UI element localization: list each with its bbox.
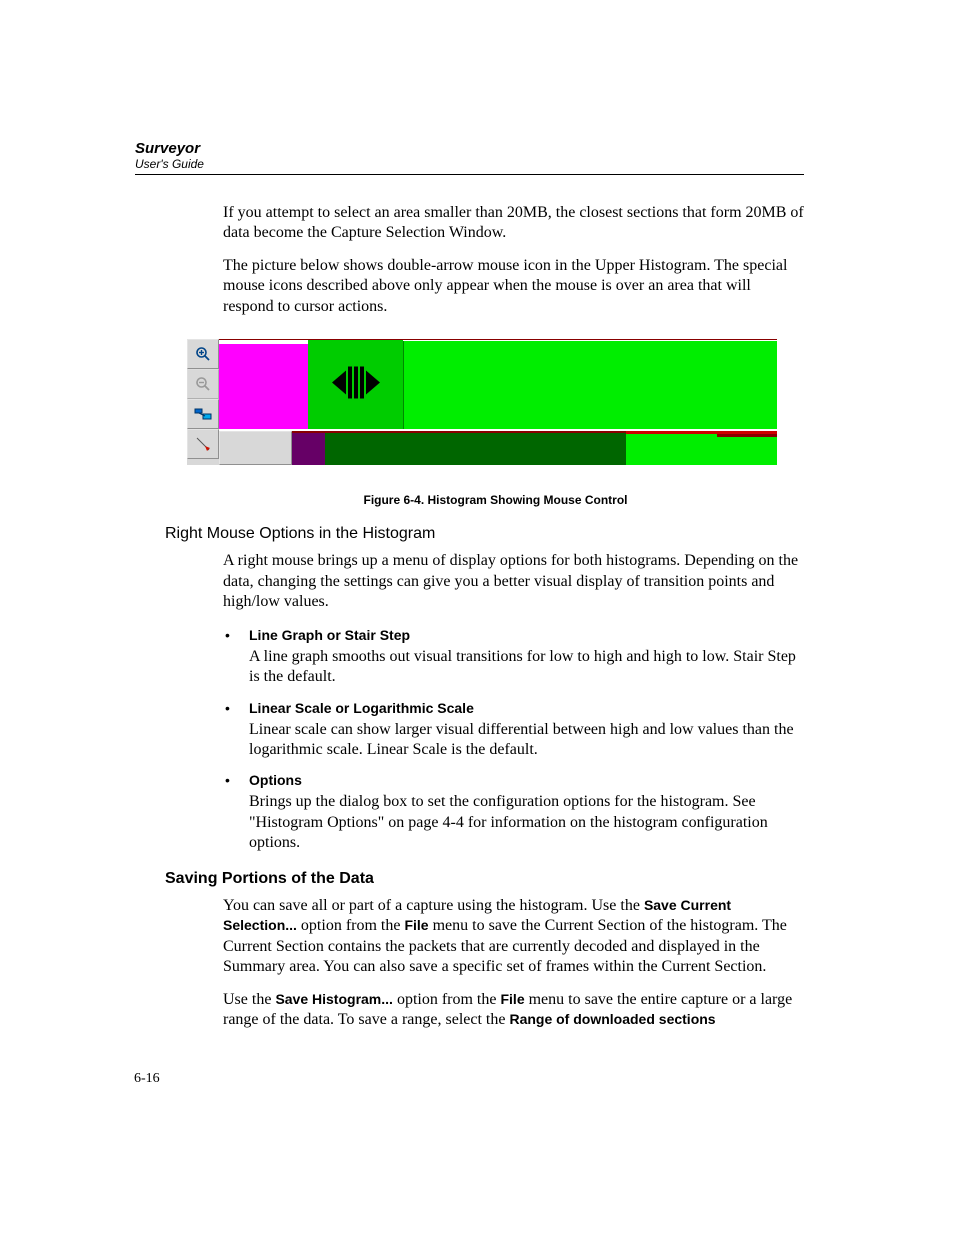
- option-body: Linear scale can show larger visual diff…: [249, 721, 794, 758]
- menu-item-save-histogram: Save Histogram...: [275, 991, 393, 1007]
- section-heading-saving: Saving Portions of the Data: [165, 870, 804, 888]
- figure-6-4: Figure 6-4. Histogram Showing Mouse Cont…: [187, 339, 804, 507]
- option-item-line-graph: Line Graph or Stair Step A line graph sm…: [223, 627, 804, 688]
- histogram-graph-area: [219, 339, 777, 465]
- marker-tool-button[interactable]: [187, 429, 219, 459]
- lower-gutter: [219, 431, 292, 465]
- doc-title: Surveyor: [135, 140, 804, 157]
- resize-arrows-icon: [332, 360, 380, 409]
- header-rule: [135, 174, 804, 175]
- zoom-out-icon: [195, 376, 211, 392]
- options-list: Line Graph or Stair Step A line graph sm…: [223, 627, 804, 854]
- fit-view-button[interactable]: [187, 399, 219, 429]
- option-body: Brings up the dialog box to set the conf…: [249, 793, 768, 851]
- marker-tool-icon: [195, 436, 211, 452]
- histogram-toolbar: [187, 339, 219, 465]
- doc-subtitle: User's Guide: [135, 157, 804, 171]
- saving-paragraph-1: You can save all or part of a capture us…: [223, 896, 804, 978]
- upper-histogram[interactable]: [219, 339, 777, 429]
- option-item-linear-scale: Linear Scale or Logarithmic Scale Linear…: [223, 700, 804, 761]
- saving-paragraph-2: Use the Save Histogram... option from th…: [223, 990, 804, 1031]
- zoom-in-icon: [195, 346, 211, 362]
- figure-caption: Figure 6-4. Histogram Showing Mouse Cont…: [187, 493, 804, 507]
- lower-segment-bright: [626, 431, 777, 465]
- option-item-options: Options Brings up the dialog box to set …: [223, 772, 804, 853]
- intro-paragraph-1: If you attempt to select an area smaller…: [223, 203, 804, 244]
- intro-paragraph-2: The picture below shows double-arrow mou…: [223, 256, 804, 317]
- zoom-out-button[interactable]: [187, 369, 219, 399]
- option-range-downloaded: Range of downloaded sections: [509, 1011, 715, 1027]
- subheading-right-mouse: Right Mouse Options in the Histogram: [165, 525, 804, 543]
- histogram-screenshot: [187, 339, 777, 465]
- zoom-in-button[interactable]: [187, 339, 219, 369]
- lower-histogram[interactable]: [219, 431, 777, 465]
- upper-segment-selected: [219, 344, 308, 429]
- page-number: 6-16: [134, 1071, 160, 1087]
- option-body: A line graph smooths out visual transiti…: [249, 648, 796, 685]
- upper-segment-1: [308, 340, 403, 429]
- menu-file: File: [500, 991, 524, 1007]
- fit-view-icon: [194, 407, 212, 421]
- right-mouse-intro: A right mouse brings up a menu of displa…: [223, 551, 804, 612]
- upper-segment-2: [403, 341, 777, 429]
- lower-segment-dark: [292, 431, 627, 465]
- option-title: Linear Scale or Logarithmic Scale: [249, 700, 804, 718]
- menu-file: File: [404, 917, 428, 933]
- page: Surveyor User's Guide If you attempt to …: [0, 0, 954, 1235]
- option-title: Line Graph or Stair Step: [249, 627, 804, 645]
- running-header: Surveyor User's Guide: [135, 140, 804, 171]
- option-title: Options: [249, 772, 804, 790]
